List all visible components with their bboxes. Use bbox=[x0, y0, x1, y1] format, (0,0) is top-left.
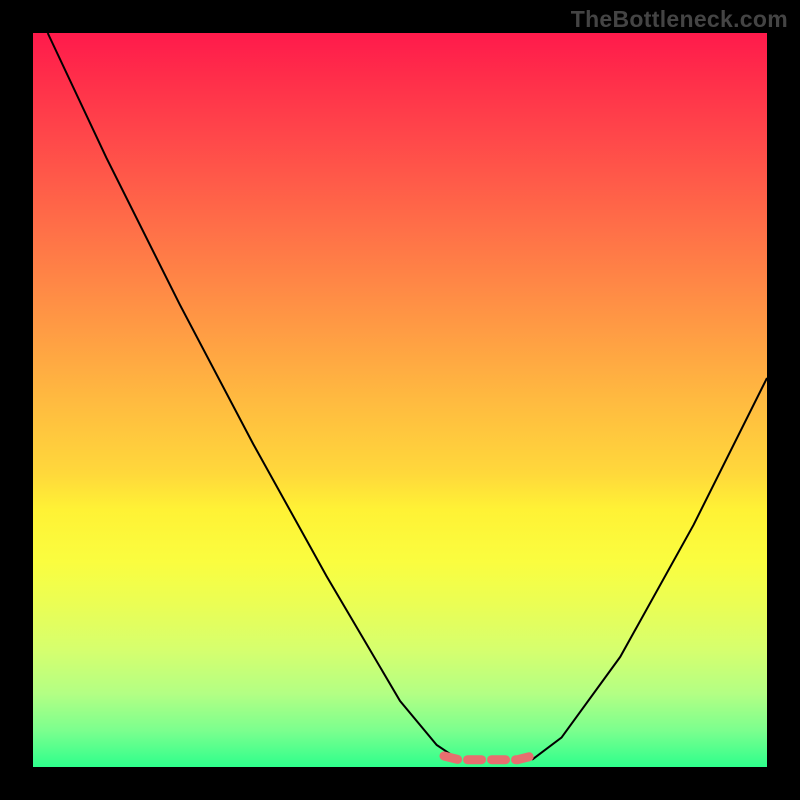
left-curve bbox=[48, 33, 459, 760]
right-curve bbox=[532, 378, 767, 760]
plot-area bbox=[33, 33, 767, 767]
chart-frame: TheBottleneck.com bbox=[0, 0, 800, 800]
curve-layer bbox=[33, 33, 767, 767]
flat-segment bbox=[444, 756, 532, 760]
watermark-text: TheBottleneck.com bbox=[571, 6, 788, 33]
